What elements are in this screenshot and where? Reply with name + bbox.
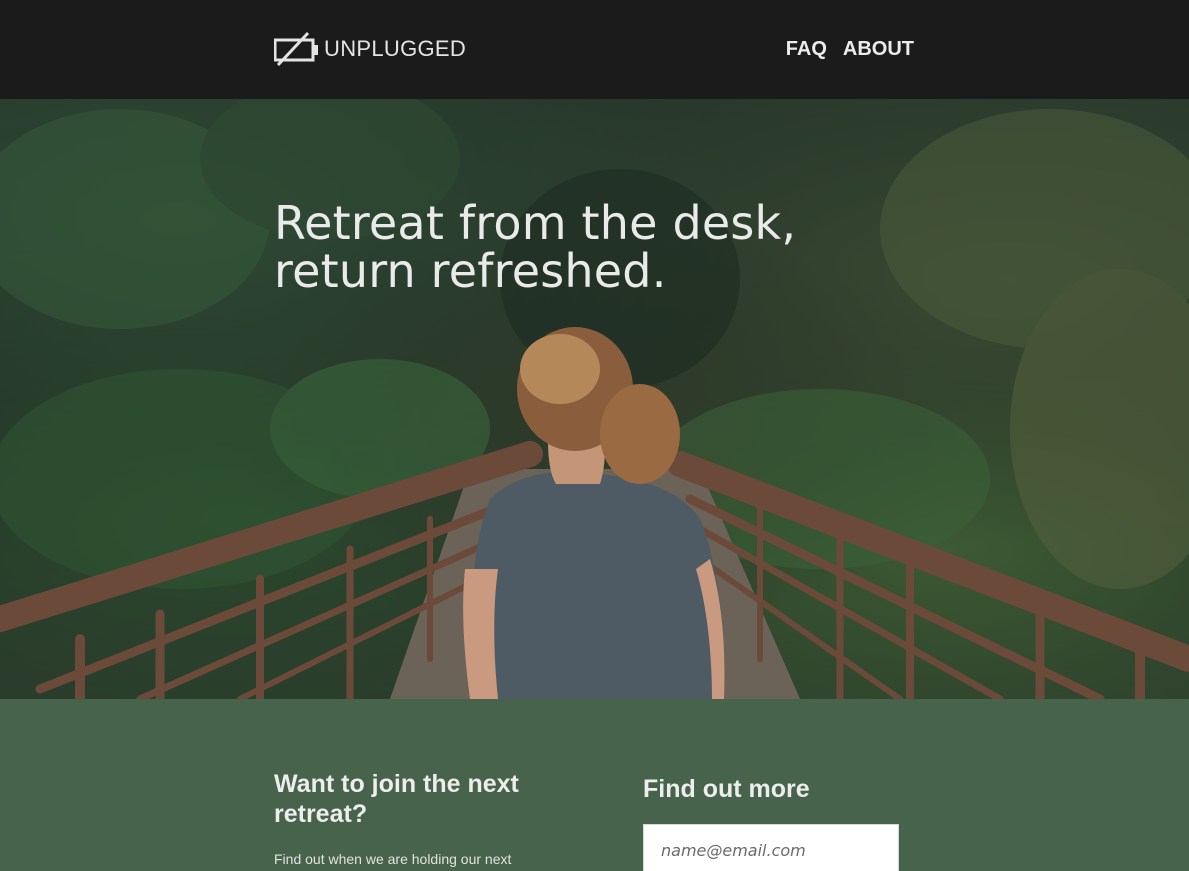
- main-nav: FAQ ABOUT: [786, 35, 914, 63]
- hero-title-line-1: Retreat from the desk,: [274, 196, 797, 250]
- signup-section: Want to join the next retreat? Find out …: [0, 699, 1189, 871]
- find-out-more-heading: Find out more: [643, 775, 810, 803]
- email-input[interactable]: [643, 824, 899, 871]
- nav-faq-link[interactable]: FAQ: [786, 35, 827, 63]
- nav-about-link[interactable]: ABOUT: [843, 35, 914, 63]
- join-text: Find out when we are holding our next: [274, 851, 512, 867]
- hero-title: Retreat from the desk, return refreshed.: [274, 199, 874, 295]
- hero-image: [0, 99, 1189, 699]
- site-header: UNPLUGGED FAQ ABOUT: [0, 0, 1189, 99]
- battery-off-icon: [274, 31, 318, 67]
- hero-title-line-2: return refreshed.: [274, 244, 667, 298]
- logo-text: UNPLUGGED: [324, 36, 467, 61]
- hero-section: Retreat from the desk, return refreshed.: [0, 99, 1189, 699]
- join-heading: Want to join the next retreat?: [274, 770, 519, 828]
- logo-link[interactable]: UNPLUGGED: [274, 31, 466, 67]
